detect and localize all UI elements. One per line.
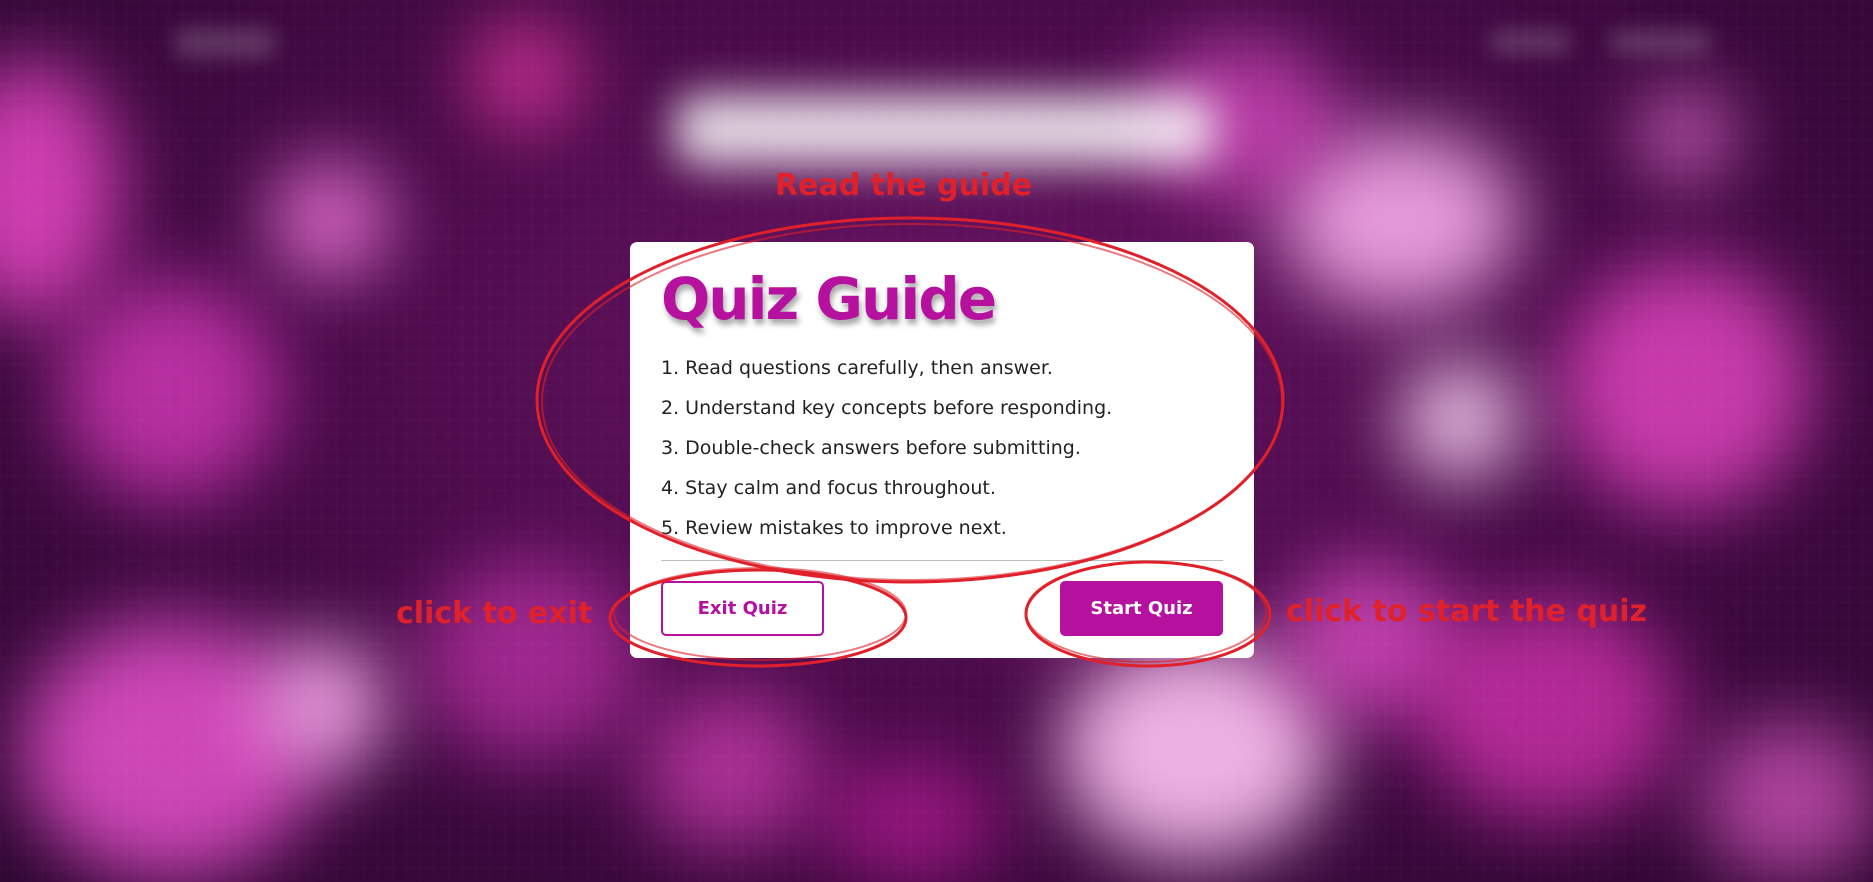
page-background: Quiz Guide 1. Read questions carefully, …	[0, 0, 1873, 882]
annotation-shapes	[535, 216, 1285, 668]
annotation-ellipse-exit	[608, 568, 908, 668]
annotation-ellipse-guide	[541, 223, 1283, 581]
annotation-ellipse-start	[1025, 561, 1267, 663]
annotation-exit-hint: click to exit	[396, 596, 593, 631]
annotation-ellipse-exit	[613, 567, 907, 661]
annotation-read-guide: Read the guide	[775, 168, 1033, 203]
annotation-start-hint: click to start the quiz	[1286, 594, 1648, 629]
